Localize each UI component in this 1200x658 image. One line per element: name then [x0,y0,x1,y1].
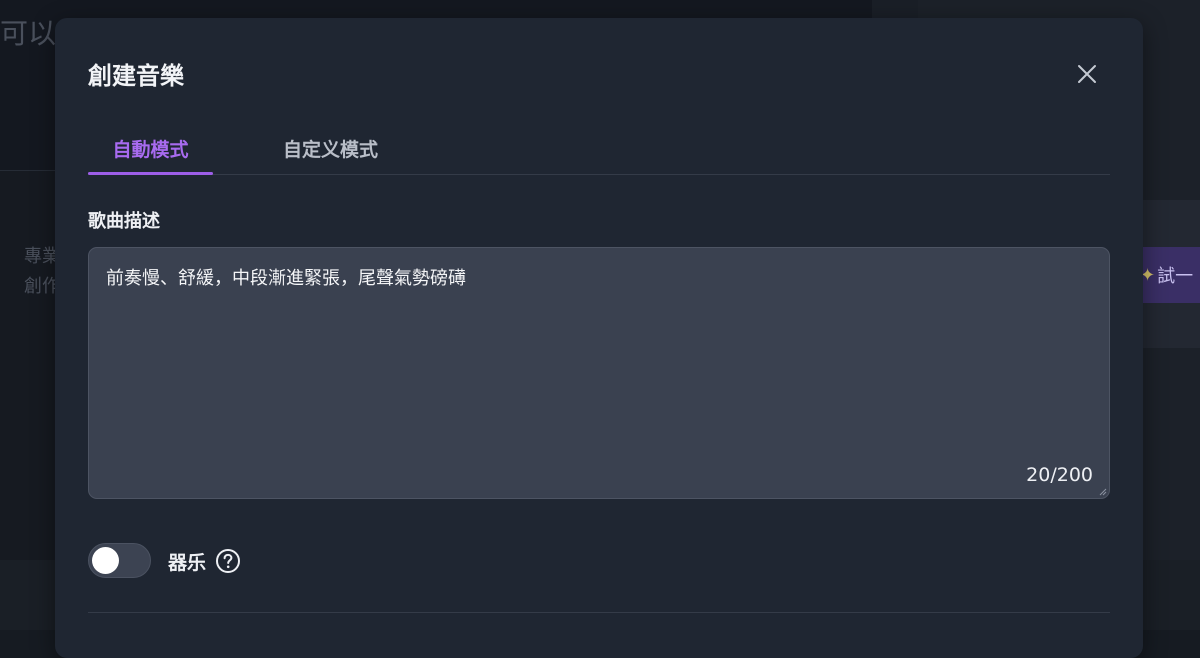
song-description-value: 前奏慢、舒緩，中段漸進緊張，尾聲氣勢磅礡 [106,268,466,289]
close-icon [1078,65,1096,83]
modal-divider [88,612,1110,613]
background-headline: 可以 [0,17,57,50]
create-music-modal: 創建音樂 自動模式 自定义模式 歌曲描述 前奏慢、舒緩，中段漸進緊張，尾聲氣勢磅… [55,18,1143,658]
instrumental-toggle[interactable] [88,543,151,578]
tab-custom-mode[interactable]: 自定义模式 [258,122,403,174]
close-button[interactable] [1073,60,1101,88]
background-try-label: 試一 [1157,266,1194,287]
help-circle-icon[interactable] [215,548,241,574]
song-description-input[interactable]: 前奏慢、舒緩，中段漸進緊張，尾聲氣勢磅礡 20/200 [88,247,1110,499]
song-description-label: 歌曲描述 [88,211,160,232]
instrumental-row: 器乐 [88,543,488,579]
instrumental-label: 器乐 [168,552,207,574]
char-counter: 20/200 [1026,464,1093,486]
modal-title: 創建音樂 [88,62,184,90]
tab-auto-mode[interactable]: 自動模式 [88,122,213,175]
toggle-knob [92,547,119,574]
mode-tabs: 自動模式 自定义模式 [88,122,1110,175]
resize-handle-icon[interactable] [1097,486,1107,496]
